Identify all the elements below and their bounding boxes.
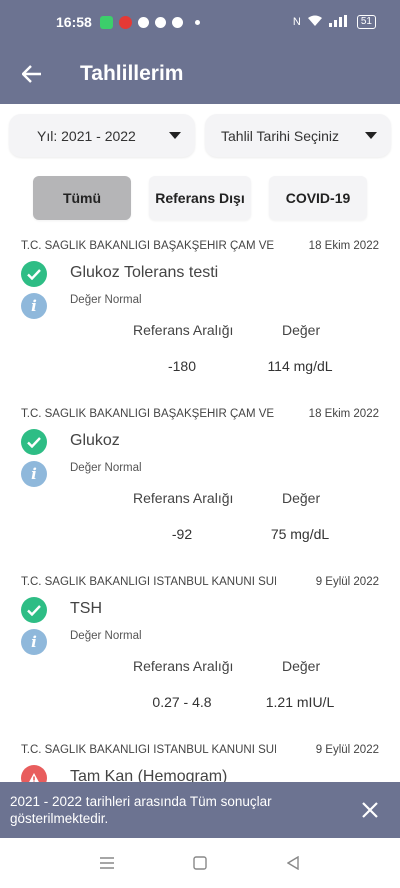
snapchat-notification-icon	[137, 16, 149, 28]
year-select-value: Yıl: 2021 - 2022	[37, 127, 136, 144]
battery-icon: 51	[356, 15, 376, 29]
dropdown-arrow-icon	[365, 132, 377, 139]
status-bar: 16:58 N 51	[0, 0, 400, 44]
tab-covid19[interactable]: COVID-19	[269, 176, 367, 220]
date-select-value: Tahlil Tarihi Seçiniz	[221, 127, 340, 144]
nfc-icon: N	[292, 16, 301, 28]
result-item[interactable]: T.C. SAĞLIK BAKANLIĞI İSTANBUL KANUNİ SU…	[0, 736, 400, 782]
reference-range-value: -92	[171, 526, 193, 542]
tab-out-of-reference[interactable]: Referans Dışı	[149, 176, 251, 220]
vodafone-notification-icon	[118, 15, 132, 29]
test-name: Tam Kan (Hemogram)	[70, 768, 228, 782]
filters: Yıl: 2021 - 2022 Tahlil Tarihi Seçiniz	[9, 114, 391, 157]
test-value: 114 mg/dL	[267, 358, 333, 374]
test-name: Glukoz	[70, 432, 120, 449]
reference-range-header: Referans Aralığı	[133, 322, 234, 338]
result-header: T.C. SAĞLIK BAKANLIĞI İSTANBUL KANUNİ SU…	[21, 744, 379, 756]
result-date: 18 Ekim 2022	[308, 240, 379, 252]
result-date: 9 Eylül 2022	[315, 744, 379, 756]
notification-icons	[99, 15, 200, 29]
package-notification-icon	[171, 16, 183, 28]
test-value: 75 mg/dL	[270, 526, 330, 542]
result-header: T.C. SAĞLIK BAKANLIĞI BAŞAKŞEHİR ÇAM VE …	[21, 408, 379, 420]
result-item[interactable]: T.C. SAĞLIK BAKANLIĞI İSTANBUL KANUNİ SU…	[0, 568, 400, 736]
info-icon[interactable]: i	[21, 293, 47, 319]
value-header: Değer	[282, 322, 321, 338]
recent-apps-button[interactable]	[87, 843, 127, 883]
result-item[interactable]: T.C. SAĞLIK BAKANLIĞI BAŞAKŞEHİR ÇAM VE …	[0, 400, 400, 568]
wifi-icon	[307, 15, 323, 30]
institution-name: T.C. SAĞLIK BAKANLIĞI İSTANBUL KANUNİ SU…	[21, 576, 276, 588]
signal-icon	[328, 14, 351, 30]
result-item[interactable]: T.C. SAĞLIK BAKANLIĞI BAŞAKŞEHİR ÇAM VE …	[0, 232, 400, 400]
back-button[interactable]	[0, 44, 64, 104]
home-button[interactable]	[180, 843, 220, 883]
system-nav-bar	[0, 838, 400, 888]
result-date: 9 Eylül 2022	[315, 576, 379, 588]
system-back-button[interactable]	[273, 843, 313, 883]
home-square-icon	[193, 856, 207, 870]
app-bar: Tahlillerim	[0, 44, 400, 104]
check-circle-icon	[21, 597, 47, 623]
check-circle-icon	[21, 261, 47, 287]
test-name: TSH	[70, 600, 102, 617]
reference-range-header: Referans Aralığı	[133, 490, 234, 506]
result-date: 18 Ekim 2022	[308, 408, 379, 420]
filter-tabs: Tümü Referans Dışı COVID-19	[33, 176, 367, 220]
snackbar: 2021 - 2022 tarihleri arasında Tüm sonuç…	[0, 782, 400, 838]
tab-all[interactable]: Tümü	[33, 176, 131, 220]
value-header: Değer	[282, 490, 321, 506]
arrow-left-icon	[22, 65, 41, 83]
close-icon	[362, 802, 378, 818]
check-circle-icon	[21, 429, 47, 455]
dropdown-arrow-icon	[169, 132, 181, 139]
reference-range-value: -180	[167, 358, 197, 374]
results-list[interactable]: T.C. SAĞLIK BAKANLIĞI BAŞAKŞEHİR ÇAM VE …	[0, 232, 400, 782]
reference-range-header: Referans Aralığı	[133, 658, 234, 674]
reference-range-value: 0.27 - 4.8	[152, 694, 212, 710]
date-select[interactable]: Tahlil Tarihi Seçiniz	[205, 114, 391, 157]
tiktok-notification-icon	[154, 16, 166, 28]
test-value: 1.21 mIU/L	[265, 694, 335, 710]
warning-icon	[21, 765, 47, 782]
info-icon[interactable]: i	[21, 461, 47, 487]
close-button[interactable]	[352, 792, 388, 828]
value-note: Değer Normal	[70, 294, 142, 306]
more-notifications-icon	[194, 19, 200, 25]
result-header: T.C. SAĞLIK BAKANLIĞI BAŞAKŞEHİR ÇAM VE …	[21, 240, 379, 252]
back-triangle-icon	[287, 856, 300, 870]
test-name: Glukoz Tolerans testi	[70, 264, 219, 281]
institution-name: T.C. SAĞLIK BAKANLIĞI İSTANBUL KANUNİ SU…	[21, 744, 276, 756]
value-header: Değer	[282, 658, 321, 674]
institution-name: T.C. SAĞLIK BAKANLIĞI BAŞAKŞEHİR ÇAM VE	[21, 240, 275, 252]
institution-name: T.C. SAĞLIK BAKANLIĞI BAŞAKŞEHİR ÇAM VE	[21, 408, 275, 420]
result-header: T.C. SAĞLIK BAKANLIĞI İSTANBUL KANUNİ SU…	[21, 576, 379, 588]
value-note: Değer Normal	[70, 630, 142, 642]
message-notification-icon	[99, 15, 113, 29]
menu-icon	[99, 857, 114, 869]
status-time: 16:58	[56, 14, 92, 30]
system-icons: N 51	[292, 14, 376, 30]
value-note: Değer Normal	[70, 462, 142, 474]
year-select[interactable]: Yıl: 2021 - 2022	[9, 114, 195, 157]
page-title: Tahlillerim	[80, 62, 184, 85]
snackbar-message: 2021 - 2022 tarihleri arasında Tüm sonuç…	[10, 794, 272, 826]
info-icon[interactable]: i	[21, 629, 47, 655]
